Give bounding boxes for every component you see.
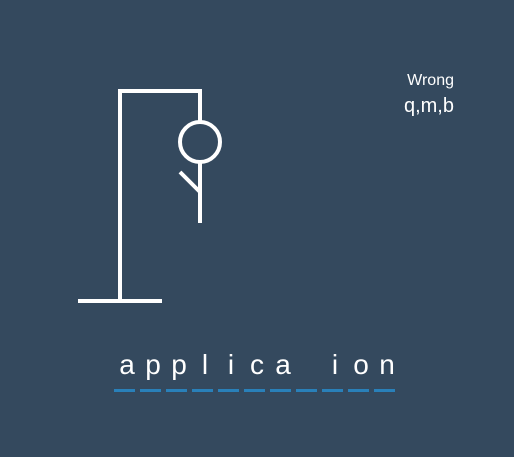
letter-slot: a	[270, 348, 296, 392]
wrong-label: Wrong	[407, 72, 454, 89]
letter-slot: n	[374, 348, 400, 392]
hangman-game: Wrong q,m,b a p p l i c a i o n	[0, 0, 514, 457]
letter-slot: i	[322, 348, 348, 392]
letter-slot: c	[244, 348, 270, 392]
letter-slot	[296, 348, 322, 392]
letter-slot: i	[218, 348, 244, 392]
letter-slot: p	[140, 348, 166, 392]
figure-head	[178, 120, 222, 164]
word-display: a p p l i c a i o n	[114, 348, 400, 392]
letter-slot: o	[348, 348, 374, 392]
wrong-letters-panel: Wrong q,m,b	[404, 71, 454, 118]
letter-slot: p	[166, 348, 192, 392]
figure-left-arm	[178, 170, 202, 194]
letter-slot: l	[192, 348, 218, 392]
wrong-letters-list: q,m,b	[403, 95, 454, 117]
letter-slot: a	[114, 348, 140, 392]
